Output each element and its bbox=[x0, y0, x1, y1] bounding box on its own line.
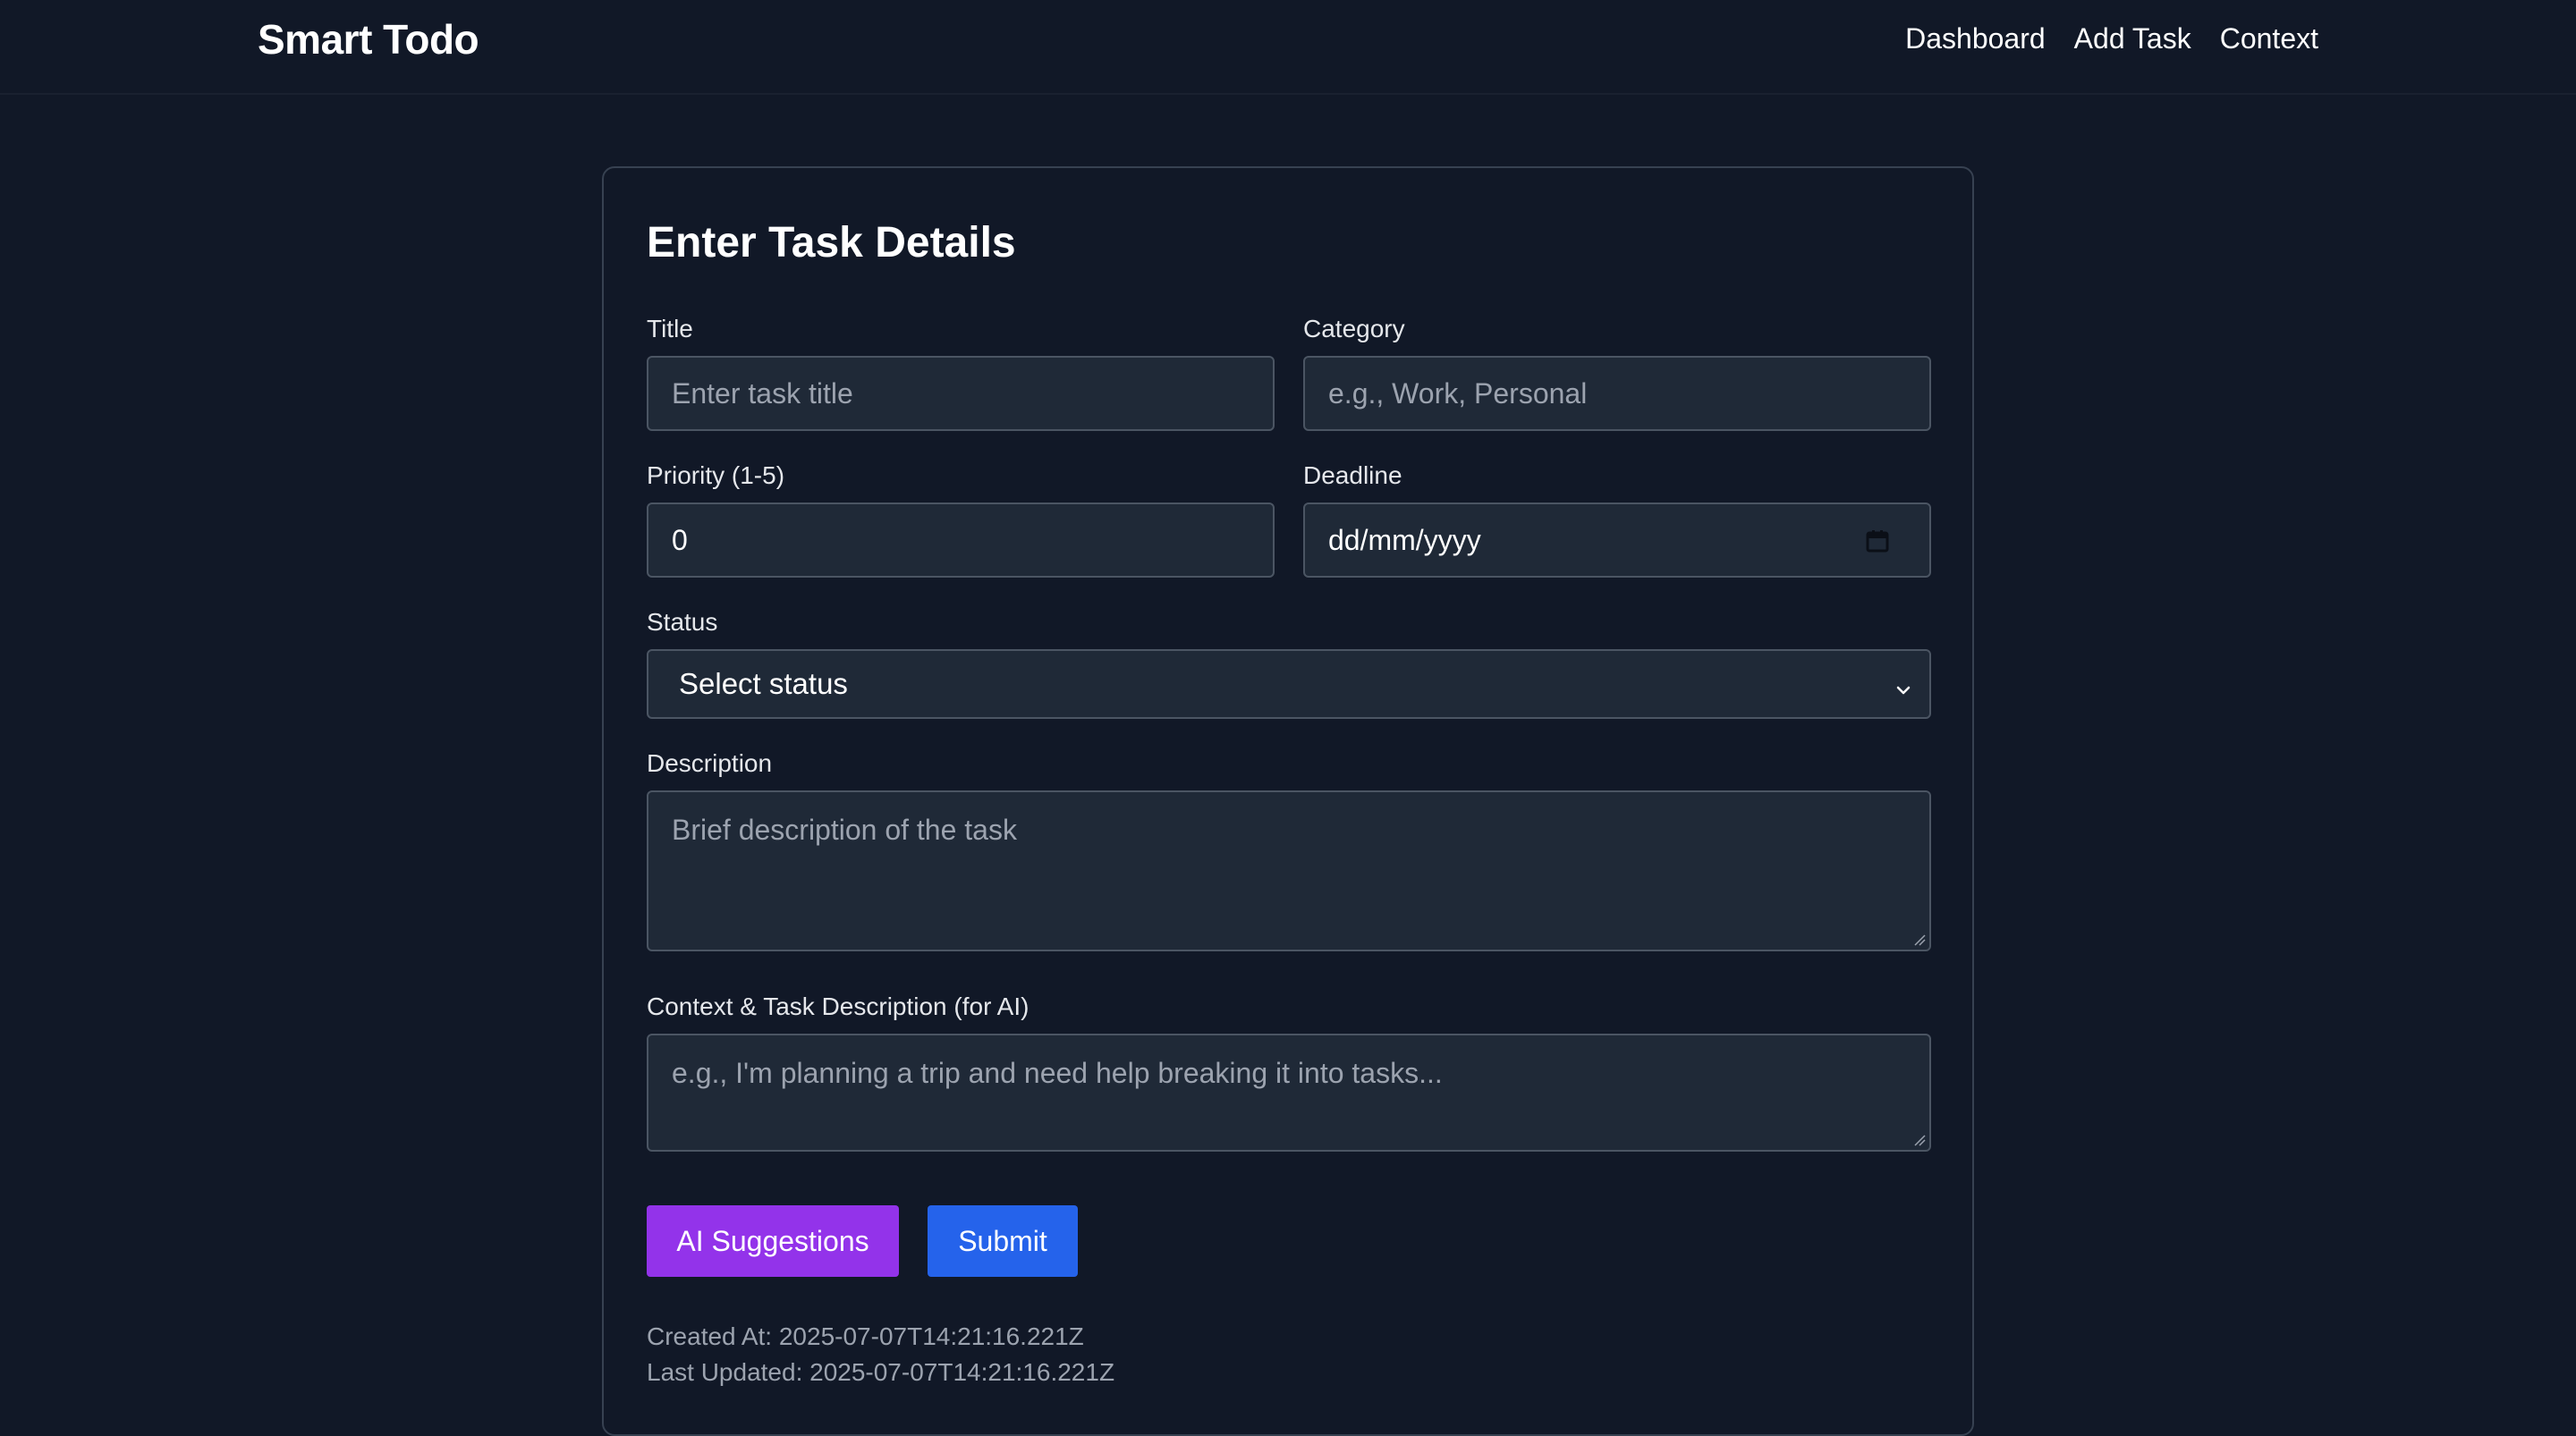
nav-link-context[interactable]: Context bbox=[2220, 18, 2318, 59]
nav-link-dashboard[interactable]: Dashboard bbox=[1905, 18, 2046, 59]
title-input[interactable] bbox=[647, 356, 1275, 431]
chevron-down-icon bbox=[1894, 674, 1913, 695]
deadline-input[interactable]: dd/mm/yyyy bbox=[1303, 503, 1931, 578]
calendar-icon[interactable] bbox=[1865, 528, 1890, 553]
brand-logo[interactable]: Smart Todo bbox=[258, 13, 479, 66]
title-label: Title bbox=[647, 315, 693, 342]
navbar: Smart Todo Dashboard Add Task Context bbox=[0, 0, 2576, 95]
category-label: Category bbox=[1303, 315, 1405, 342]
context-textarea[interactable] bbox=[647, 1034, 1931, 1152]
form-heading: Enter Task Details bbox=[647, 219, 1016, 266]
resize-handle-icon[interactable] bbox=[1913, 1134, 1926, 1146]
status-selected-value: Select status bbox=[679, 667, 848, 700]
deadline-label: Deadline bbox=[1303, 461, 1402, 489]
task-form-card: Enter Task Details Title Category Priori… bbox=[602, 166, 1974, 1436]
created-at-text: Created At: 2025-07-07T14:21:16.221Z bbox=[647, 1322, 1084, 1350]
description-label: Description bbox=[647, 749, 773, 777]
status-label: Status bbox=[647, 608, 718, 636]
context-label: Context & Task Description (for AI) bbox=[647, 993, 1030, 1020]
last-updated-text: Last Updated: 2025-07-07T14:21:16.221Z bbox=[647, 1358, 1115, 1386]
ai-suggestions-button[interactable]: AI Suggestions bbox=[647, 1205, 899, 1277]
resize-handle-icon[interactable] bbox=[1913, 933, 1926, 946]
nav-link-add-task[interactable]: Add Task bbox=[2074, 18, 2191, 59]
description-textarea[interactable] bbox=[647, 790, 1931, 951]
category-input[interactable] bbox=[1303, 356, 1931, 431]
deadline-value: dd/mm/yyyy bbox=[1328, 523, 1481, 556]
priority-label: Priority (1-5) bbox=[647, 461, 785, 489]
priority-input[interactable] bbox=[647, 503, 1275, 578]
status-select[interactable]: Select status bbox=[647, 649, 1931, 719]
submit-button[interactable]: Submit bbox=[928, 1205, 1078, 1277]
nav-links: Dashboard Add Task Context bbox=[1905, 18, 2318, 59]
